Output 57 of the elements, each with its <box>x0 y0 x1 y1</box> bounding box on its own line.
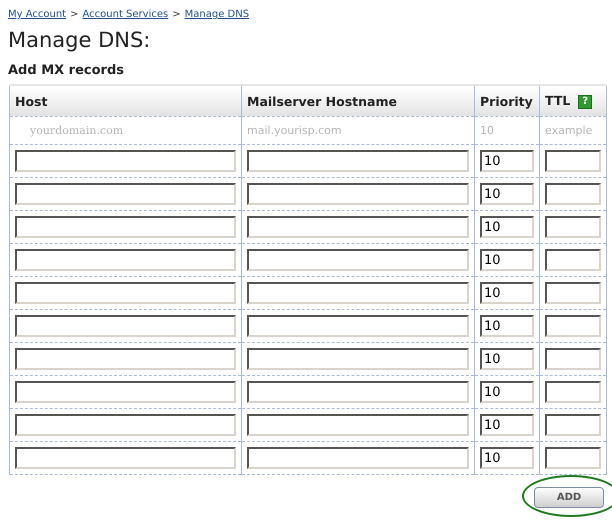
help-icon[interactable]: ? <box>578 95 592 109</box>
host-field[interactable] <box>15 282 236 304</box>
mailserver-field[interactable] <box>247 183 469 205</box>
mailserver-field[interactable] <box>247 414 469 436</box>
host-field[interactable] <box>15 414 236 436</box>
mailserver-field[interactable] <box>247 315 469 337</box>
priority-field[interactable]: 10 <box>480 216 534 238</box>
column-header: Mailserver Hostname <box>247 94 397 108</box>
host-field[interactable] <box>15 216 236 238</box>
add-button[interactable]: ADD <box>534 487 604 508</box>
example-text: yourdomain.com <box>30 124 124 137</box>
example-text: example <box>545 124 592 137</box>
breadcrumb-link[interactable]: My Account <box>8 9 66 20</box>
column-header: TTL <box>545 93 570 108</box>
mailserver-field[interactable] <box>247 348 469 370</box>
ttl-field[interactable] <box>545 282 601 304</box>
priority-field[interactable]: 10 <box>480 249 534 271</box>
priority-field[interactable]: 10 <box>480 414 534 436</box>
column-header: Priority <box>480 94 533 108</box>
ttl-field[interactable] <box>545 183 601 205</box>
example-text: mail.yourisp.com <box>247 124 342 137</box>
priority-field[interactable]: 10 <box>480 348 534 370</box>
host-field[interactable] <box>15 315 236 337</box>
host-field[interactable] <box>15 447 236 469</box>
priority-field[interactable]: 10 <box>480 150 534 172</box>
breadcrumb-separator: > <box>70 9 78 20</box>
host-field[interactable] <box>15 249 236 271</box>
ttl-field[interactable] <box>545 216 601 238</box>
breadcrumb-link[interactable]: Account Services <box>82 9 168 20</box>
host-field[interactable] <box>15 348 236 370</box>
mailserver-field[interactable] <box>247 150 469 172</box>
column-header: Host <box>15 94 48 108</box>
page-title: Manage DNS: <box>8 27 152 54</box>
mailserver-field[interactable] <box>247 447 469 469</box>
priority-field[interactable]: 10 <box>480 447 534 469</box>
priority-field[interactable]: 10 <box>480 315 534 337</box>
ttl-field[interactable] <box>545 447 601 469</box>
ttl-field[interactable] <box>545 315 601 337</box>
mailserver-field[interactable] <box>247 381 469 403</box>
host-field[interactable] <box>15 183 236 205</box>
breadcrumb-link[interactable]: Manage DNS <box>184 9 250 20</box>
example-text: 10 <box>480 124 494 137</box>
priority-field[interactable]: 10 <box>480 183 534 205</box>
ttl-field[interactable] <box>545 150 601 172</box>
priority-field[interactable]: 10 <box>480 282 534 304</box>
ttl-field[interactable] <box>545 249 601 271</box>
mailserver-field[interactable] <box>247 249 469 271</box>
ttl-field[interactable] <box>545 381 601 403</box>
priority-field[interactable]: 10 <box>480 381 534 403</box>
host-field[interactable] <box>15 381 236 403</box>
mailserver-field[interactable] <box>247 216 469 238</box>
ttl-field[interactable] <box>545 348 601 370</box>
ttl-field[interactable] <box>545 414 601 436</box>
breadcrumb-separator: > <box>172 9 181 20</box>
host-field[interactable] <box>15 150 236 172</box>
section-heading: Add MX records <box>8 62 126 80</box>
mailserver-field[interactable] <box>247 282 469 304</box>
